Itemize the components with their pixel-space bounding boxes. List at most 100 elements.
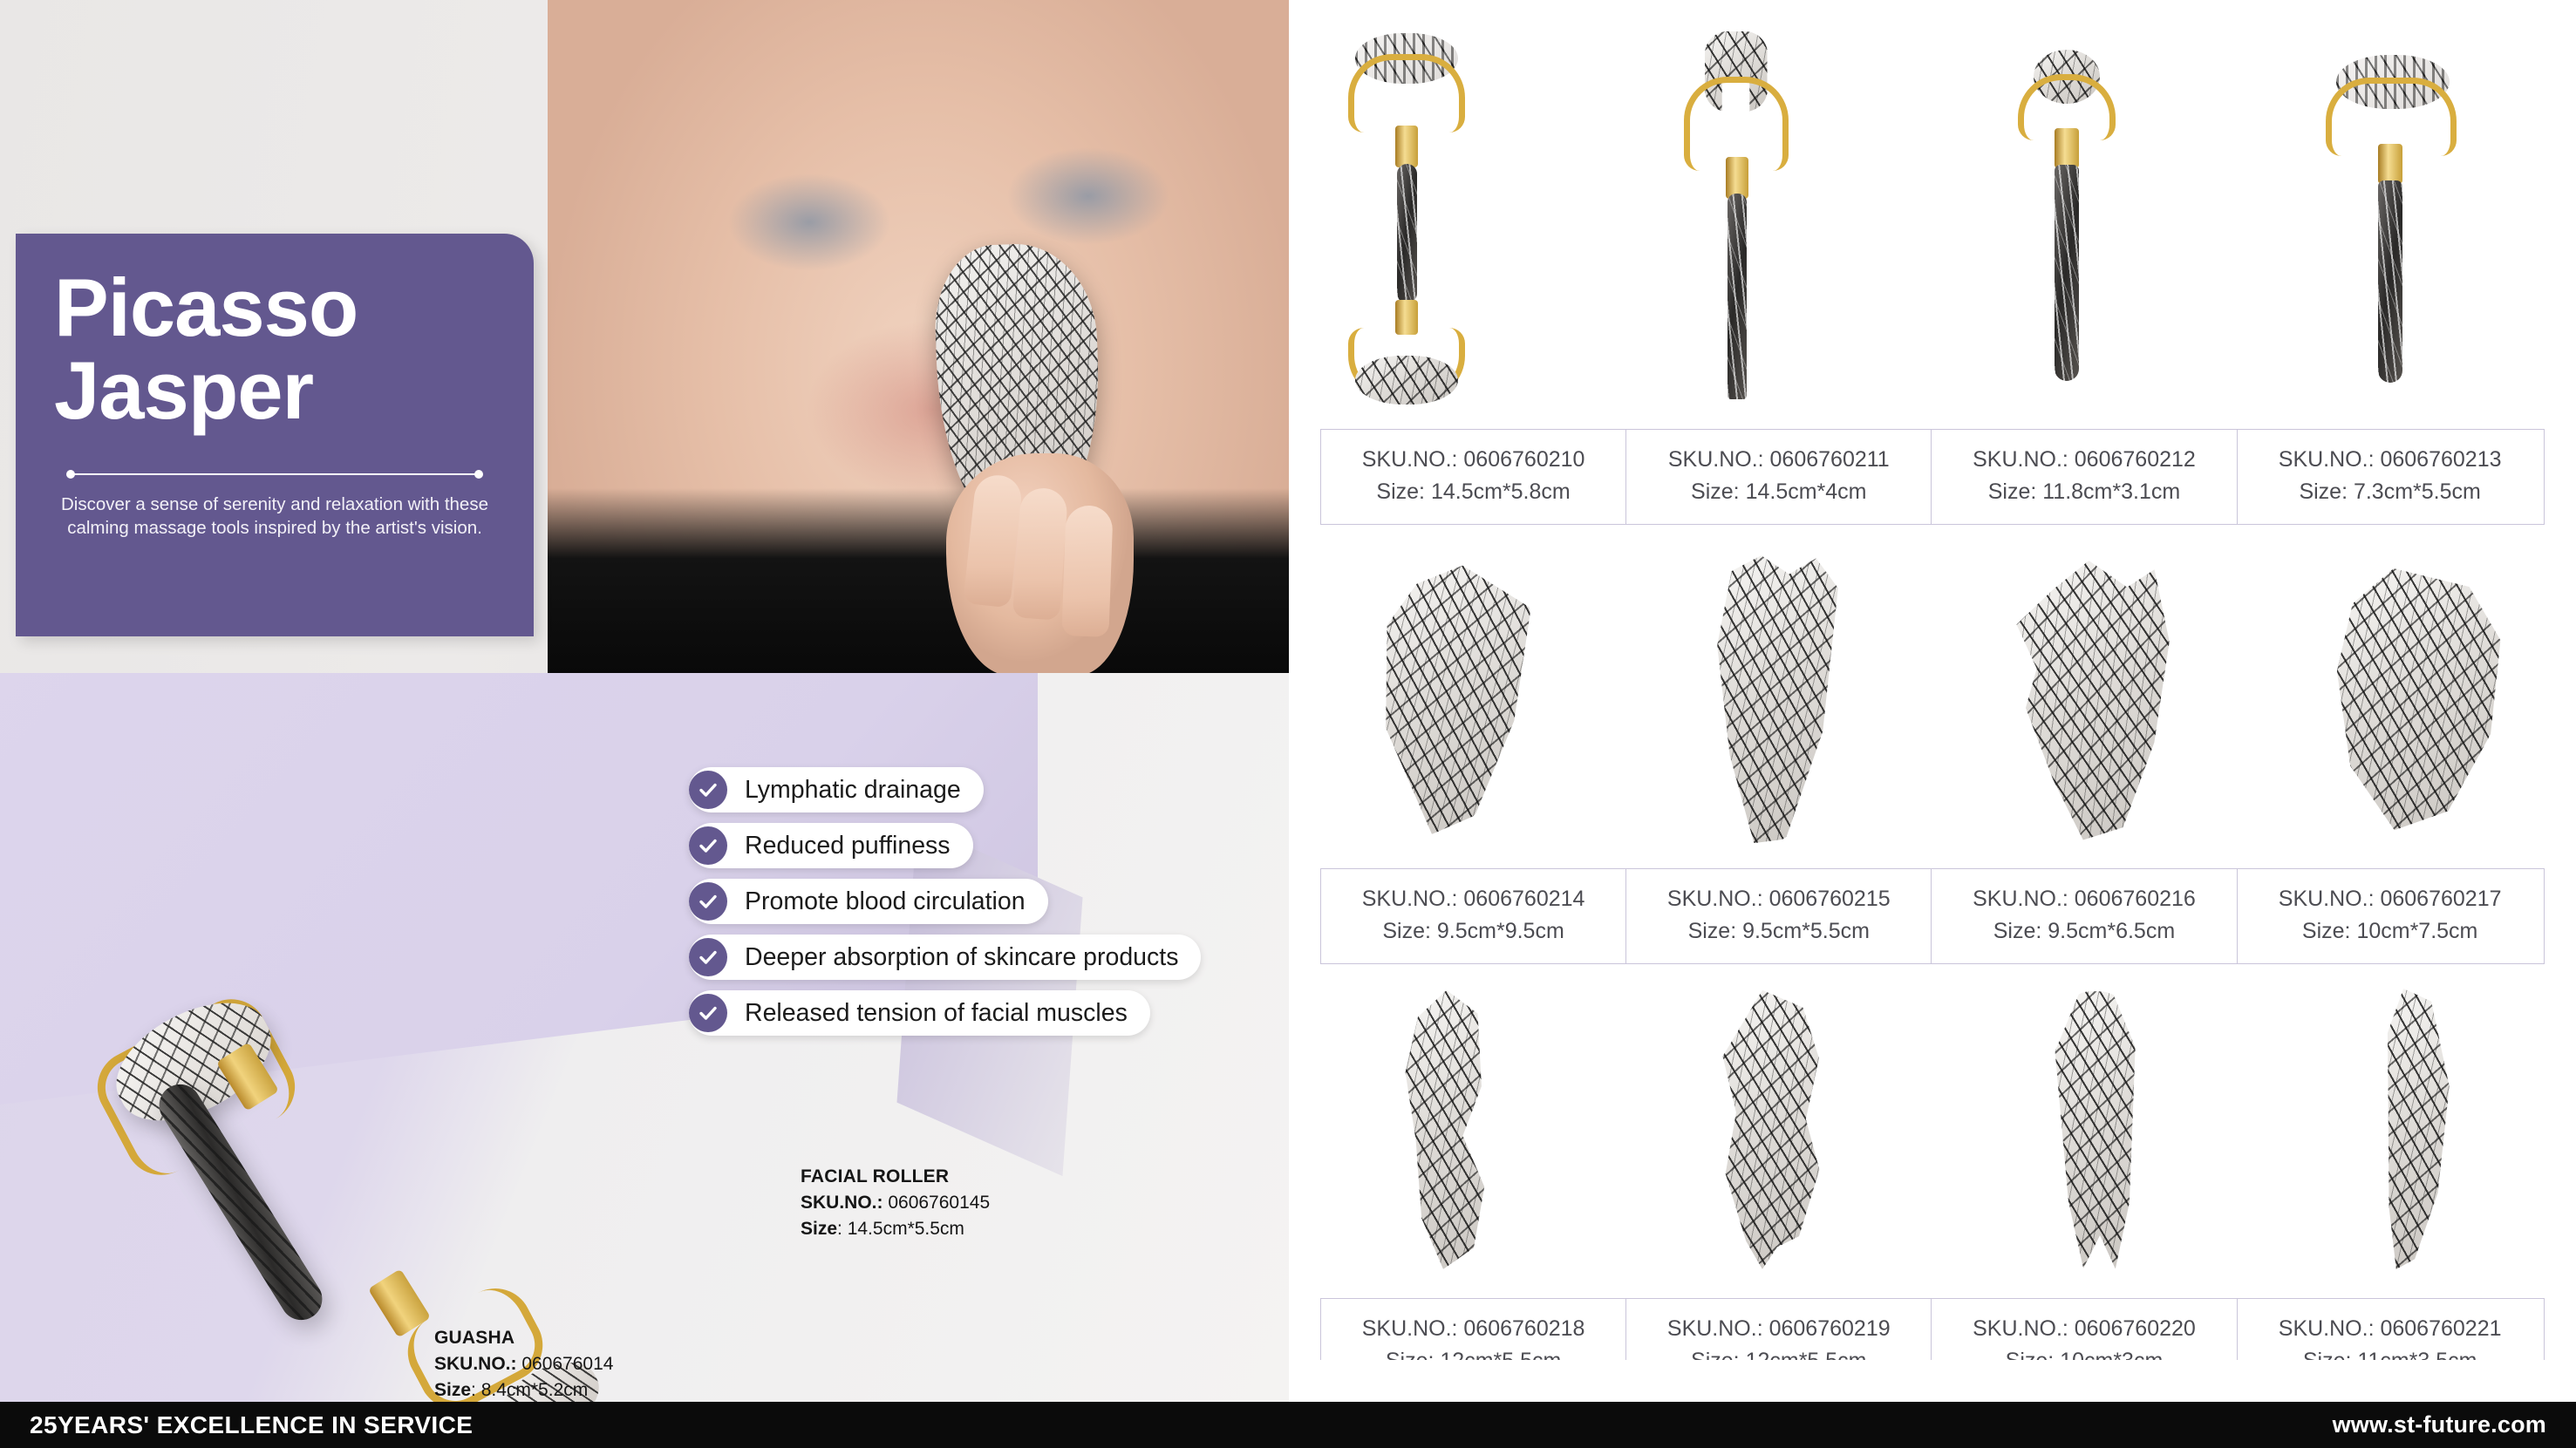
divider-dot-right — [474, 469, 483, 479]
catalog-row-2: SKU.NO.: 0606760214 Size: 9.5cm*9.5cm SK… — [1289, 532, 2576, 964]
sku-number: SKU.NO.: 0606760216 — [1973, 887, 2196, 911]
guasha-caption: GUASHA SKU.NO.: 060676014 Size: 8.4cm*5.… — [434, 1325, 613, 1402]
roller-head-bottom — [1354, 356, 1458, 404]
feature-item: Reduced puffiness — [689, 823, 973, 868]
roller-yoke-top — [1347, 54, 1465, 133]
product-image-0606760219 — [1709, 989, 1835, 1270]
check-icon — [689, 994, 727, 1032]
sku-cell: SKU.NO.: 0606760213 Size: 7.3cm*5.5cm — [2238, 430, 2543, 524]
sku-table-row-2: SKU.NO.: 0606760214 Size: 9.5cm*9.5cm SK… — [1320, 868, 2545, 964]
left-column: Picasso Jasper Discover a sense of seren… — [0, 0, 1289, 1402]
feature-item: Released tension of facial muscles — [689, 990, 1150, 1036]
product-cell — [2254, 532, 2576, 868]
product-image-0606760221 — [2370, 988, 2460, 1272]
product-cell — [1611, 962, 1932, 1298]
sku-size: Size: 14.5cm*4cm — [1691, 479, 1867, 504]
facial-roller-sku-value: 0606760145 — [888, 1192, 991, 1213]
product-cell — [1611, 0, 1932, 429]
roller-collar — [2054, 128, 2079, 168]
feature-label: Released tension of facial muscles — [689, 990, 1150, 1036]
feature-item: Promote blood circulation — [689, 879, 1048, 924]
grid-bottom-spacer — [1289, 1360, 2576, 1402]
product-image-0606760211 — [1628, 14, 1916, 415]
guasha-sku-value: 060676014 — [521, 1353, 614, 1374]
sku-number: SKU.NO.: 0606760217 — [2278, 887, 2502, 911]
product-image-row-3 — [1289, 962, 2576, 1298]
sku-number: SKU.NO.: 0606760221 — [2278, 1316, 2502, 1341]
sku-number: SKU.NO.: 0606760214 — [1361, 887, 1585, 911]
roller-handle — [1396, 164, 1417, 303]
facial-roller-sku-label: SKU.NO.: — [801, 1192, 883, 1213]
facial-roller-caption: FACIAL ROLLER SKU.NO.: 0606760145 Size: … — [801, 1164, 990, 1241]
sku-cell: SKU.NO.: 0606760216 Size: 9.5cm*6.5cm — [1932, 869, 2238, 963]
sku-size: Size: 10cm*7.5cm — [2301, 919, 2478, 943]
sku-cell: SKU.NO.: 0606760215 Size: 9.5cm*5.5cm — [1626, 869, 1932, 963]
footer-slogan: 25YEARS' EXCELLENCE IN SERVICE — [30, 1411, 474, 1438]
check-icon — [689, 826, 727, 865]
sku-number: SKU.NO.: 0606760211 — [1667, 447, 1890, 472]
catalog-page: Picasso Jasper Discover a sense of seren… — [0, 0, 2576, 1448]
product-image-0606760217 — [2327, 567, 2502, 833]
product-image-row-2 — [1289, 532, 2576, 868]
product-image-0606760214 — [1366, 560, 1533, 840]
sku-number: SKU.NO.: 0606760212 — [1973, 447, 2196, 472]
product-cell — [1611, 532, 1932, 868]
sku-cell: SKU.NO.: 0606760217 Size: 10cm*7.5cm — [2238, 869, 2543, 963]
feature-list: Lymphatic drainage Reduced puffiness Pro… — [689, 767, 1202, 1046]
roller-handle — [2377, 180, 2402, 383]
facial-roller-size-value: 14.5cm*5.5cm — [847, 1218, 964, 1239]
feature-label: Reduced puffiness — [689, 823, 973, 868]
sku-table-wrap-1: SKU.NO.: 0606760210 Size: 14.5cm*5.8cm S… — [1320, 429, 2545, 525]
product-image-0606760212 — [1950, 27, 2238, 402]
facial-roller-size-label: Size — [801, 1218, 838, 1239]
product-cell — [2254, 0, 2576, 429]
facial-roller-size: Size: 14.5cm*5.5cm — [801, 1218, 964, 1239]
sku-number: SKU.NO.: 0606760210 — [1361, 447, 1585, 472]
finger-3 — [1061, 505, 1114, 637]
guasha-name: GUASHA — [434, 1328, 515, 1348]
product-image-0606760218 — [1392, 989, 1508, 1271]
footer-bar: 25YEARS' EXCELLENCE IN SERVICE www.st-fu… — [0, 1402, 2576, 1448]
sku-number: SKU.NO.: 0606760215 — [1666, 887, 1891, 911]
footer-website[interactable]: www.st-future.com — [2333, 1411, 2546, 1438]
sku-size: Size: 9.5cm*5.5cm — [1687, 919, 1870, 943]
finger-2 — [1012, 486, 1069, 621]
product-image-0606760220 — [2051, 990, 2136, 1269]
product-cell — [2254, 962, 2576, 1298]
sku-number: SKU.NO.: 0606760220 — [1973, 1316, 2196, 1341]
sku-number: SKU.NO.: 0606760218 — [1361, 1316, 1585, 1341]
sku-cell: SKU.NO.: 0606760210 Size: 14.5cm*5.8cm — [1321, 430, 1627, 524]
guasha-size: Size: 8.4cm*5.2cm — [434, 1379, 589, 1400]
divider-bar — [72, 472, 477, 475]
roller-handle — [2054, 165, 2079, 381]
feature-item: Lymphatic drainage — [689, 767, 984, 812]
check-icon — [689, 938, 727, 976]
product-catalog-grid: SKU.NO.: 0606760210 Size: 14.5cm*5.8cm S… — [1289, 0, 2576, 1402]
roller-collar — [1725, 157, 1748, 199]
sku-size: Size: 14.5cm*5.8cm — [1376, 479, 1571, 504]
guasha-size-value: 8.4cm*5.2cm — [480, 1379, 589, 1400]
product-cell — [1932, 0, 2254, 429]
sku-table-wrap-2: SKU.NO.: 0606760214 Size: 9.5cm*9.5cm SK… — [1320, 868, 2545, 964]
guasha-sku: SKU.NO.: 060676014 — [434, 1351, 613, 1377]
check-icon — [689, 882, 727, 921]
product-cell — [1932, 962, 2254, 1298]
sku-number: SKU.NO.: 0606760213 — [2278, 447, 2502, 472]
feature-label: Promote blood circulation — [689, 879, 1048, 924]
catalog-row-3: SKU.NO.: 0606760218 Size: 12cm*5.5cm SKU… — [1289, 962, 2576, 1394]
product-image-0606760210 — [1306, 14, 1594, 415]
product-cell — [1289, 532, 1611, 868]
product-image-0606760216 — [2011, 558, 2176, 842]
sku-cell: SKU.NO.: 0606760214 Size: 9.5cm*9.5cm — [1321, 869, 1627, 963]
divider — [66, 468, 483, 480]
title-card: Picasso Jasper Discover a sense of seren… — [16, 234, 534, 636]
page-title-line-1: Picasso — [54, 262, 358, 353]
sku-table-row-1: SKU.NO.: 0606760210 Size: 14.5cm*5.8cm S… — [1320, 429, 2545, 525]
sku-number: SKU.NO.: 0606760219 — [1666, 1316, 1891, 1341]
product-image-0606760213 — [2272, 27, 2559, 402]
product-cell — [1932, 532, 2254, 868]
facial-roller-name: FACIAL ROLLER — [801, 1166, 950, 1186]
product-image-0606760215 — [1699, 553, 1844, 846]
roller-collar — [2377, 144, 2402, 184]
product-cell — [1289, 962, 1611, 1298]
